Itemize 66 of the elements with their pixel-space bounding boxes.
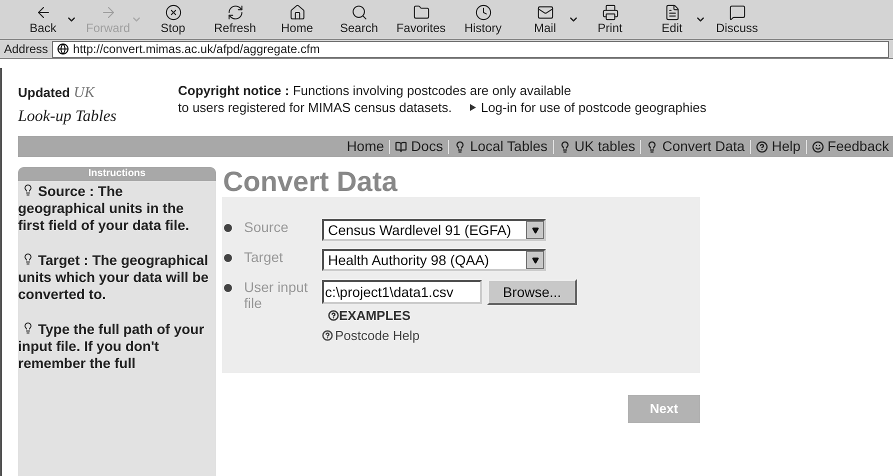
folder-icon: [412, 4, 430, 20]
help-icon: [756, 140, 768, 152]
examples-link[interactable]: EXAMPLES: [328, 306, 577, 326]
toolbar-button[interactable]: Mail: [514, 4, 576, 36]
logo-subtitle: Look-up Tables: [18, 106, 118, 126]
postcode-help-link[interactable]: Postcode Help: [322, 326, 577, 345]
file-path-field[interactable]: c:\project1\data1.csv: [322, 280, 482, 304]
dropdown-field[interactable]: Census Wardlevel 91 (EGFA): [322, 219, 546, 241]
browse-button[interactable]: Browse...: [487, 279, 577, 305]
toolbar-button[interactable]: Search: [328, 4, 390, 36]
address-label: Address: [4, 41, 48, 58]
toolbar-button[interactable]: Print: [579, 4, 641, 36]
lightbulb-icon: [454, 140, 466, 152]
nav-link[interactable]: Docs: [395, 136, 443, 157]
dropdown-arrow-icon: [532, 256, 538, 264]
search-icon: [350, 4, 368, 20]
help-icon: [322, 330, 333, 341]
page-icon: [57, 43, 70, 55]
home-icon: [288, 4, 306, 20]
toolbar-button[interactable]: Back: [12, 4, 74, 36]
chat-icon: [728, 4, 746, 20]
nav-link[interactable]: Feedback: [812, 136, 889, 157]
help-icon: [328, 310, 339, 322]
bullet-icon: [224, 284, 232, 292]
toolbar-button[interactable]: Stop: [142, 4, 204, 36]
nav-link[interactable]: Home: [346, 136, 384, 157]
field-label: User input file: [243, 279, 309, 311]
logo-text: Updated UK: [18, 84, 96, 103]
refresh-icon: [226, 4, 244, 20]
copyright-notice: to users registered for MIMAS census datasets.: [178, 99, 452, 116]
nav-link[interactable]: Convert Data: [646, 136, 745, 157]
printer-icon: [602, 4, 618, 20]
smiley-icon: [812, 140, 824, 152]
nav-link[interactable]: UK tables: [558, 136, 636, 157]
toolbar-button[interactable]: Edit: [641, 4, 703, 36]
lightbulb-icon: [646, 140, 658, 152]
book-icon: [395, 140, 408, 152]
dropdown-arrow-icon: [532, 226, 538, 234]
nav-link[interactable]: Help: [756, 136, 801, 157]
clock-icon: [474, 4, 492, 20]
document-icon: [664, 4, 680, 20]
toolbar-button[interactable]: Refresh: [204, 4, 266, 36]
login-link[interactable]: Log-in for use of postcode geographies: [470, 99, 706, 116]
address-field[interactable]: http://convert.mimas.ac.uk/afpd/aggregate.cfm: [52, 40, 889, 58]
lightbulb-icon: [22, 184, 34, 196]
toolbar-button[interactable]: Discuss: [706, 4, 768, 36]
instruction-text: Source : The geographical units in the first field of your data file.: [18, 183, 190, 234]
bullet-icon: [224, 254, 232, 262]
page-title: Convert Data: [222, 167, 398, 197]
copyright-notice: Copyright notice : Functions involving postcodes are only available: [178, 82, 572, 99]
dropdown-field[interactable]: Health Authority 98 (QAA): [322, 249, 546, 271]
nav-link[interactable]: Local Tables: [454, 136, 548, 157]
field-label: Target: [243, 249, 284, 265]
toolbar-button[interactable]: History: [452, 4, 514, 36]
lightbulb-icon: [558, 140, 571, 152]
field-label: Source: [243, 219, 290, 235]
triangle-right-icon: [470, 104, 476, 111]
close-circle-icon: [164, 4, 182, 20]
mail-icon: [536, 4, 554, 20]
lightbulb-icon: [22, 322, 34, 334]
instruction-text: Type the full path of your input file. If you don't remember the full: [18, 321, 206, 372]
bullet-icon: [224, 224, 232, 232]
instruction-text: Target : The geographical units which your data will be converted to.: [18, 252, 210, 303]
toolbar-button[interactable]: Home: [266, 4, 328, 36]
lightbulb-icon: [22, 253, 34, 265]
toolbar-button[interactable]: Favorites: [390, 4, 452, 36]
